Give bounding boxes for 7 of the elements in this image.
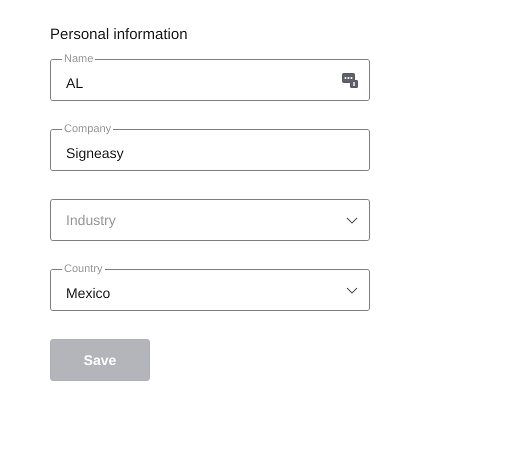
field-label: Company <box>62 123 114 135</box>
chevron-down-icon <box>346 216 358 224</box>
dropdown-field[interactable]: Industry <box>50 199 370 241</box>
field-label: Country <box>62 263 105 275</box>
section-heading: Personal information <box>50 26 189 43</box>
chevron-down-icon <box>346 286 358 294</box>
field-label: Name <box>62 53 96 65</box>
